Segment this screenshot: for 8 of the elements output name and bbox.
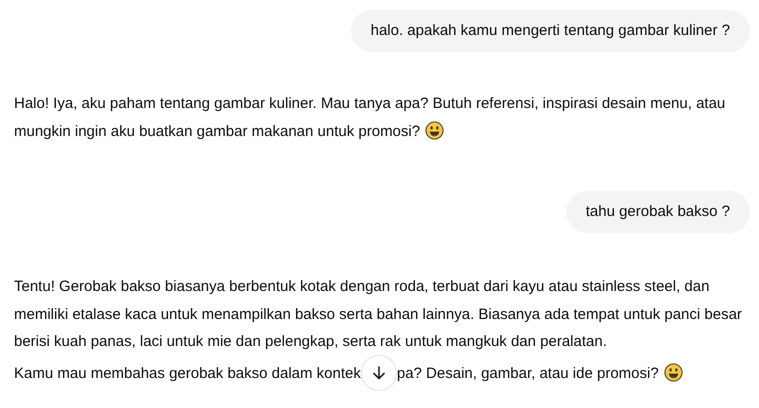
assistant-message: Tentu! Gerobak bakso biasanya berbentuk kotak dengan roda, terbuat dari kayu atau stainless steel, dan memiliki etalase kaca untuk menampilkan bakso serta bahan lainnya. Biasanya ada tempat untuk panci besar berisi kuah panas, laci untuk mie dan pelengkap, serta rak untuk mangkuk dan peralatan. (14, 278, 742, 350)
user-message: halo. apakah kamu mengerti tentang gambar kuliner ? (350, 10, 750, 52)
assistant-message: Halo! Iya, aku paham tentang gambar kuliner. Mau tanya apa? Butuh referensi, inspirasi desain menu, atau mungkin ingin aku buatkan gambar makanan untuk promosi? (14, 95, 726, 140)
assistant-message: pa? Desain, gambar, atau ide promosi? (396, 364, 659, 382)
user-message: tahu gerobak bakso ? (566, 191, 750, 233)
assistant-message: Kamu mau membahas gerobak bakso dalam kontek (14, 364, 361, 382)
arrow-down-icon (370, 364, 387, 381)
scroll-down-button[interactable] (360, 354, 397, 391)
